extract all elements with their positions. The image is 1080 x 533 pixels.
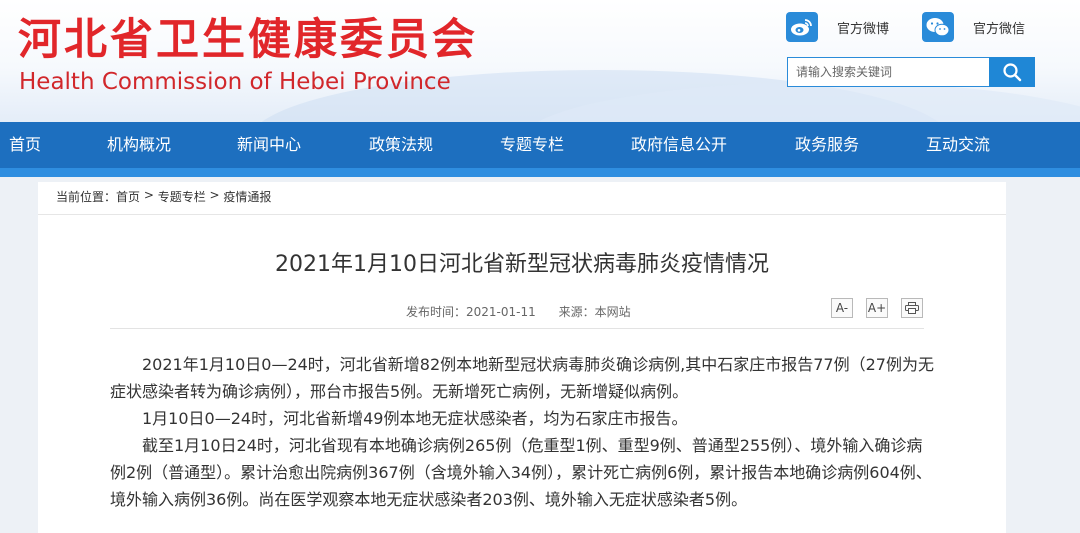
wechat-label[interactable]: 官方微信 [973,18,1025,37]
breadcrumb-link-topics[interactable]: 专题专栏 [158,188,206,204]
nav-item-policy[interactable]: 政策法规 [369,122,433,168]
header-wave-decoration [520,82,1080,122]
breadcrumb-separator: > [140,188,158,202]
nav-item-news[interactable]: 新闻中心 [237,122,301,168]
breadcrumb-divider [38,214,1006,215]
font-decrease-button[interactable]: A- [831,298,853,318]
source-value: 本网站 [594,305,631,319]
wechat-icon[interactable] [922,12,954,42]
weibo-icon[interactable] [786,12,818,42]
article-paragraph: 截至1月10日24时，河北省现有本地确诊病例265例（危重型1例、重型9例、普通… [110,436,932,509]
nav-item-topics[interactable]: 专题专栏 [500,122,564,168]
nav-item-about[interactable]: 机构概况 [107,122,171,168]
nav-sub-bar [0,168,1080,177]
breadcrumb: 当前位置： 首页 > 专题专栏 > 疫情通报 [56,188,271,204]
print-button[interactable] [901,298,923,318]
print-icon [905,302,919,314]
breadcrumb-separator: > [205,188,224,202]
source-label: 来源： [558,305,595,319]
article-title: 2021年1月10日河北省新型冠状病毒肺炎疫情情况 [275,252,769,277]
site-logo-cn[interactable]: 河北省卫生健康委员会 [18,14,478,66]
publish-date: 2021-01-11 [466,305,536,319]
main-nav: 首页 机构概况 新闻中心 政策法规 专题专栏 政府信息公开 政务服务 互动交流 [0,122,1080,168]
weibo-label[interactable]: 官方微博 [837,18,889,37]
search-button[interactable] [989,57,1035,87]
nav-item-home[interactable]: 首页 [9,122,41,168]
wechat-link[interactable]: 官方微信 [922,12,1025,42]
search-bar [787,57,1035,87]
article-paragraph: 1月10日0—24时，河北省新增49例本地无症状感染者，均为石家庄市报告。 [142,409,688,428]
article-meta: 发布时间：2021-01-11 来源：本网站 [406,303,631,320]
search-input[interactable] [787,57,990,87]
breadcrumb-prefix: 当前位置： [56,190,117,204]
site-logo-en[interactable]: Health Commission of Hebei Province [19,68,451,96]
article-paragraph: 2021年1月10日0—24时，河北省新增82例本地新型冠状病毒肺炎确诊病例,其… [110,355,934,401]
nav-item-gov-info[interactable]: 政府信息公开 [631,122,727,168]
nav-item-interaction[interactable]: 互动交流 [926,122,990,168]
site-header: 河北省卫生健康委员会 Health Commission of Hebei Pr… [0,0,1080,122]
breadcrumb-link-epidemic[interactable]: 疫情通报 [223,188,271,204]
publish-label: 发布时间： [406,305,467,319]
weibo-link[interactable]: 官方微博 [786,12,889,42]
nav-item-services[interactable]: 政务服务 [795,122,859,168]
search-icon [1003,63,1022,82]
font-increase-button[interactable]: A+ [866,298,888,318]
article-body: 2021年1月10日0—24时，河北省新增82例本地新型冠状病毒肺炎确诊病例,其… [110,351,934,513]
breadcrumb-link-home[interactable]: 首页 [116,188,140,204]
meta-divider [110,328,924,329]
